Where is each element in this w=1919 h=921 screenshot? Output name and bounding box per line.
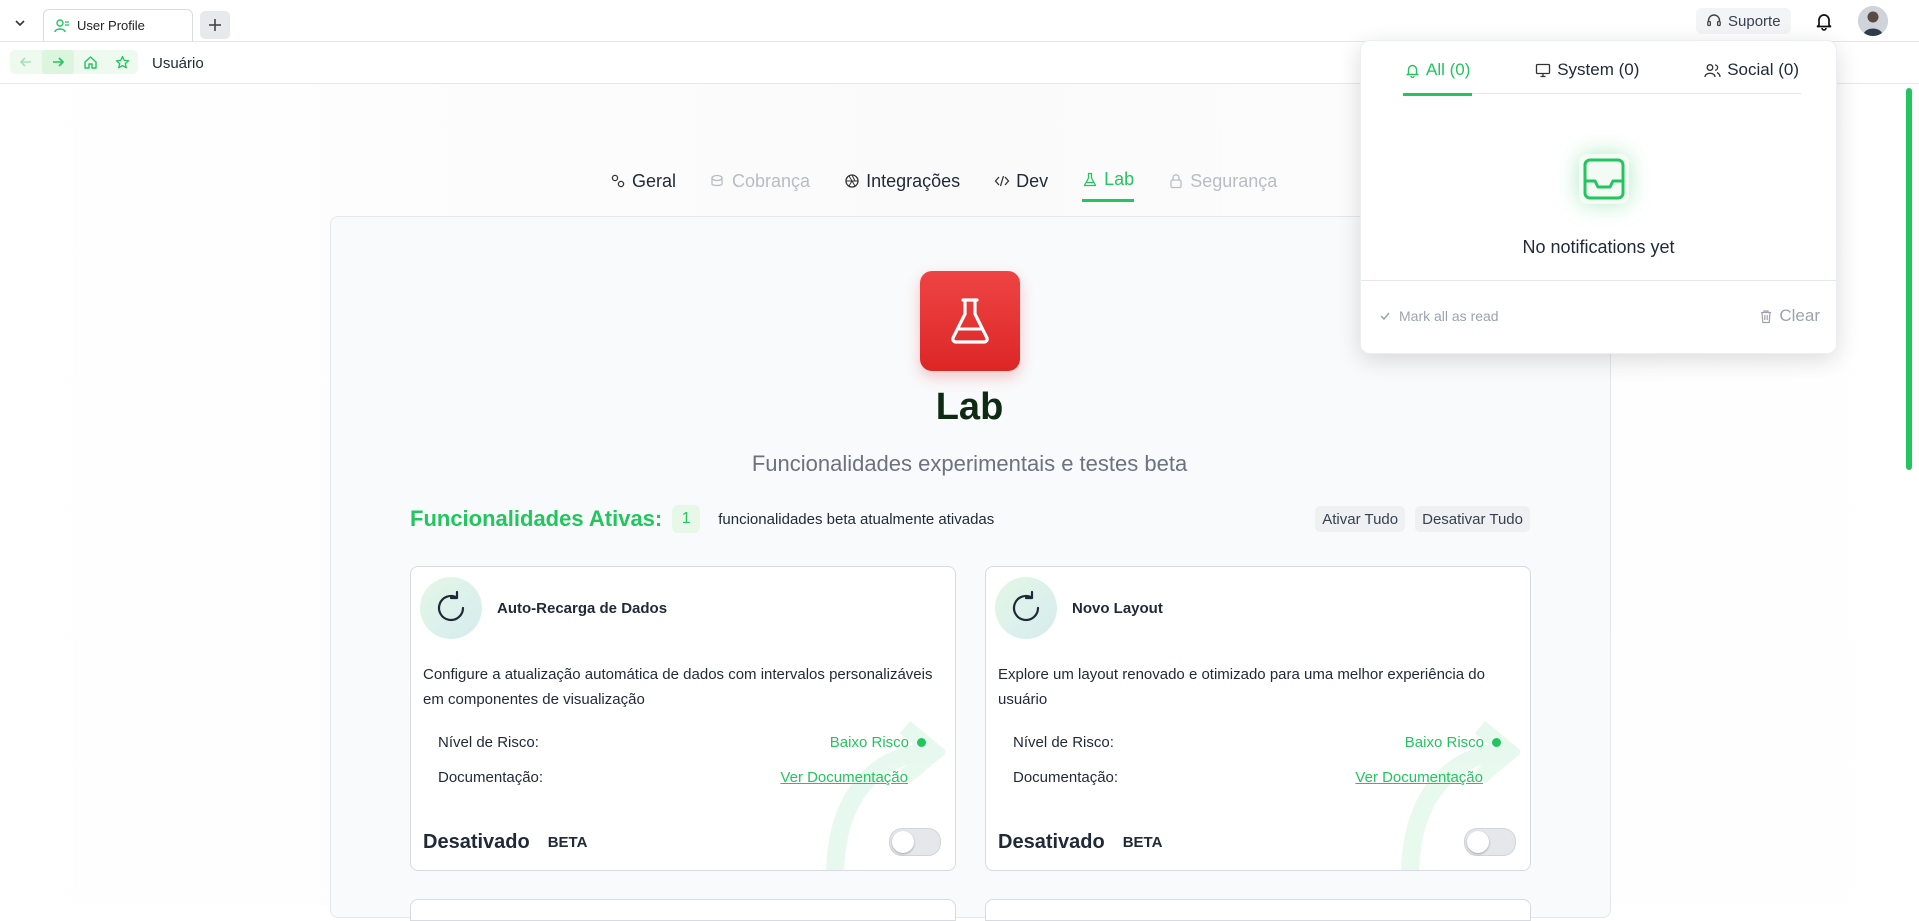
empty-notifications-text: No notifications yet — [1522, 237, 1675, 257]
enable-all-button[interactable]: Ativar Tudo — [1315, 506, 1406, 532]
notifications-popover: All (0) System (0) Social (0) No notific… — [1360, 40, 1837, 354]
page-scrollbar[interactable] — [1906, 88, 1912, 470]
back-arrow-icon[interactable] — [10, 50, 42, 74]
view-documentation-link[interactable]: Ver Documentação — [1355, 769, 1501, 786]
feature-description: Configure a atualização automática de da… — [423, 666, 933, 708]
aperture-icon — [845, 174, 859, 188]
support-button[interactable]: Suporte — [1696, 8, 1791, 34]
feature-card-new-layout: Novo Layout Explore um layout renovado e… — [985, 566, 1531, 871]
documentation-row: Documentação: Ver Documentação — [438, 769, 926, 786]
view-documentation-link[interactable]: Ver Documentação — [780, 769, 926, 786]
clear-notifications-button[interactable]: Clear — [1759, 306, 1820, 326]
beta-badge: BETA — [1122, 833, 1163, 851]
inbox-icon — [1579, 154, 1629, 204]
coins-icon — [711, 174, 723, 187]
documentation-label: Documentação: — [438, 769, 544, 786]
headset-icon — [1707, 14, 1721, 27]
refresh-icon — [420, 577, 482, 639]
tab-seguranca[interactable]: Segurança — [1168, 168, 1277, 202]
tab-system-notifications[interactable]: System (0) — [1533, 55, 1641, 93]
risk-label: Nível de Risco: — [1013, 734, 1114, 751]
tab-geral[interactable]: Geral — [610, 168, 676, 202]
forward-arrow-icon[interactable] — [42, 50, 74, 74]
tab-dev[interactable]: Dev — [994, 168, 1048, 202]
browser-tab-user-profile[interactable]: User Profile — [43, 9, 193, 41]
feature-toggle[interactable] — [889, 828, 941, 856]
active-features-description: funcionalidades beta atualmente ativadas — [718, 510, 995, 528]
gears-icon — [611, 174, 625, 188]
risk-row: Nível de Risco: Baixo Risco — [438, 734, 926, 751]
navigation-buttons — [10, 50, 138, 74]
user-avatar[interactable] — [1858, 6, 1888, 36]
feature-state: Desativado — [423, 830, 530, 853]
trash-icon — [1761, 309, 1772, 323]
risk-label: Nível de Risco: — [438, 734, 539, 751]
divider — [1361, 280, 1836, 281]
support-label: Suporte — [1728, 12, 1781, 30]
feature-card-partial — [410, 899, 956, 921]
feature-footer: Desativado BETA — [423, 828, 941, 856]
tab-cobranca[interactable]: Cobrança — [710, 168, 810, 202]
settings-tabs: Geral Cobrança Integrações Dev Lab Segur… — [610, 168, 1311, 202]
risk-row: Nível de Risco: Baixo Risco — [1013, 734, 1501, 751]
bell-icon — [1405, 64, 1420, 78]
active-count-badge: 1 — [672, 505, 701, 533]
risk-value: Baixo Risco — [1405, 734, 1501, 751]
tab-social-notifications[interactable]: Social (0) — [1702, 55, 1801, 93]
mark-all-read-button[interactable]: Mark all as read — [1379, 308, 1499, 324]
risk-value: Baixo Risco — [830, 734, 926, 751]
tab-list-chevron-down-icon[interactable] — [10, 13, 30, 33]
notification-tabs: All (0) System (0) Social (0) — [1403, 55, 1801, 96]
page-subtitle: Funcionalidades experimentais e testes b… — [751, 451, 1188, 476]
disable-all-button[interactable]: Desativar Tudo — [1415, 506, 1530, 532]
risk-status-dot — [1492, 738, 1501, 747]
beta-badge: BETA — [547, 833, 588, 851]
feature-state: Desativado — [998, 830, 1105, 853]
monitor-icon — [1536, 63, 1551, 77]
breadcrumb: Usuário — [152, 55, 204, 72]
code-icon — [994, 175, 1010, 187]
feature-toggle[interactable] — [1464, 828, 1516, 856]
page-title: Lab — [935, 386, 1004, 428]
user-profile-icon — [54, 18, 70, 34]
risk-status-dot — [917, 738, 926, 747]
flask-icon — [1083, 172, 1097, 186]
toggle-knob — [892, 831, 914, 853]
notifications-bell-icon[interactable] — [1812, 9, 1836, 33]
lab-flask-icon — [920, 271, 1020, 371]
feature-title: Novo Layout — [1072, 600, 1163, 617]
browser-tab-bar: User Profile Suporte — [0, 0, 1919, 42]
feature-card-partial — [985, 899, 1531, 921]
active-features-label: Funcionalidades Ativas: — [410, 506, 663, 531]
new-tab-plus-icon[interactable] — [200, 11, 230, 39]
tab-lab[interactable]: Lab — [1082, 168, 1135, 202]
browser-tab-title: User Profile — [77, 18, 145, 33]
feature-title: Auto-Recarga de Dados — [497, 600, 668, 617]
bookmark-star-icon[interactable] — [106, 50, 138, 74]
feature-footer: Desativado BETA — [998, 828, 1516, 856]
lock-icon — [1170, 174, 1182, 189]
users-icon — [1704, 63, 1721, 77]
feature-card-auto-reload: Auto-Recarga de Dados Configure a atuali… — [410, 566, 956, 871]
feature-description: Explore um layout renovado e otimizado p… — [998, 666, 1485, 708]
active-features-summary: Funcionalidades Ativas: 1 funcionalidade… — [410, 504, 1530, 534]
documentation-row: Documentação: Ver Documentação — [1013, 769, 1501, 786]
documentation-label: Documentação: — [1013, 769, 1119, 786]
toggle-knob — [1467, 831, 1489, 853]
tab-integracoes[interactable]: Integrações — [844, 168, 960, 202]
check-icon — [1380, 312, 1390, 321]
home-icon[interactable] — [74, 50, 106, 74]
refresh-icon — [995, 577, 1057, 639]
tab-all-notifications[interactable]: All (0) — [1403, 55, 1473, 96]
